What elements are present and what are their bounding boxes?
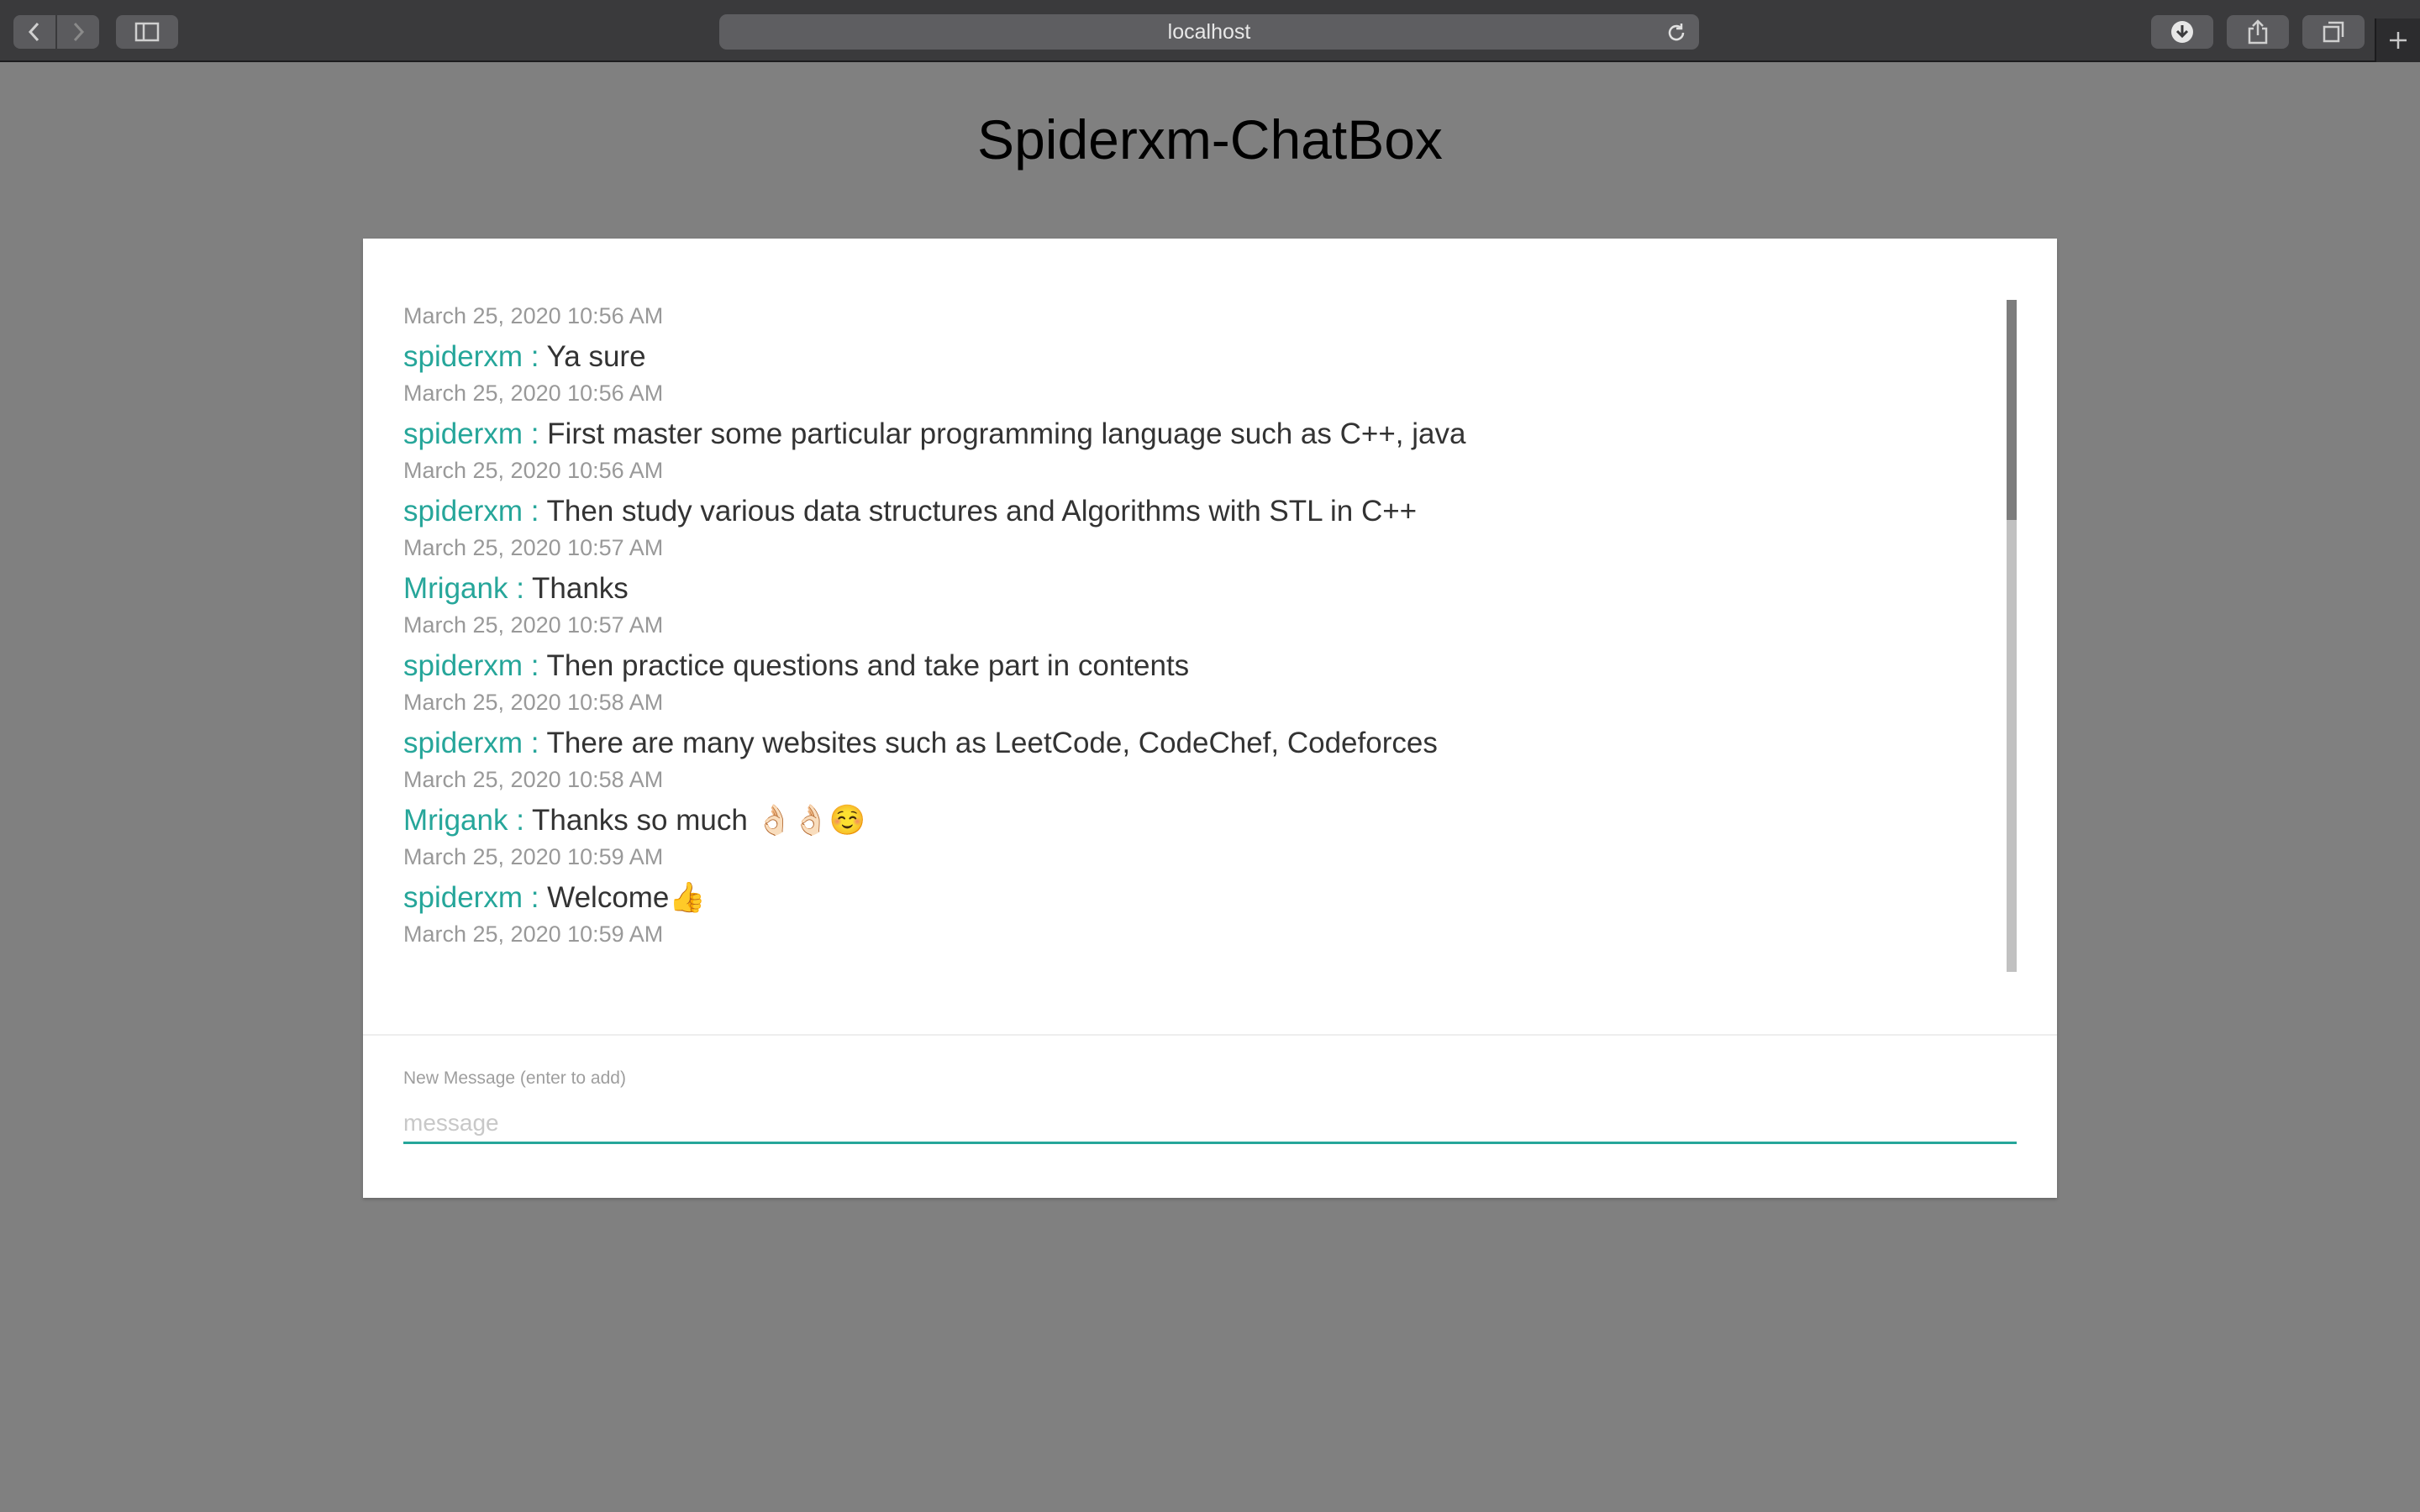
divider xyxy=(363,1034,2057,1036)
message-line: Mrigank : Thanks xyxy=(403,570,2025,608)
messages-scroll-area[interactable]: Mrigank : I want some guidance for compe… xyxy=(403,300,2025,972)
tabs-overview-button[interactable] xyxy=(2302,15,2365,49)
message-timestamp: March 25, 2020 10:56 AM xyxy=(403,381,664,406)
message-author: spiderxm : xyxy=(403,727,539,759)
message-line: spiderxm : Welcome👍 xyxy=(403,879,2025,917)
message-timestamp: March 25, 2020 10:56 AM xyxy=(403,458,664,483)
share-button[interactable] xyxy=(2227,15,2289,49)
message-text: Thanks xyxy=(532,572,629,605)
message-timestamp: March 25, 2020 10:57 AM xyxy=(403,535,664,560)
scrollbar-thumb[interactable] xyxy=(2007,300,2017,520)
message-item: spiderxm : Then practice questions and t… xyxy=(403,647,2025,724)
message-text: Thanks so much 👌🏻👌🏻☺️ xyxy=(532,804,866,837)
share-icon xyxy=(2248,19,2268,45)
forward-button[interactable] xyxy=(57,15,99,49)
message-timestamp: March 25, 2020 10:59 AM xyxy=(403,844,664,869)
message-text: Then study various data structures and A… xyxy=(546,495,1418,528)
message-timestamp: March 25, 2020 10:58 AM xyxy=(403,690,664,715)
message-item: spiderxm : First master some particular … xyxy=(403,415,2025,492)
message-item: spiderxm : There are many websites such … xyxy=(403,724,2025,801)
message-item: spiderxm : Welcome👍 March 25, 2020 10:59 … xyxy=(403,879,2025,956)
message-timestamp: March 25, 2020 10:59 AM xyxy=(403,921,664,947)
new-tab-button[interactable] xyxy=(2375,18,2420,62)
plus-icon xyxy=(2390,32,2407,49)
message-author: Mrigank : xyxy=(403,804,524,837)
message-line: Mrigank : Thanks so much 👌🏻👌🏻☺️ xyxy=(403,801,2025,840)
sidebar-button[interactable] xyxy=(116,15,178,49)
message-line: spiderxm : There are many websites such … xyxy=(403,724,2025,763)
message-line: spiderxm : First master some particular … xyxy=(403,415,2025,454)
url-text: localhost xyxy=(1167,19,1251,44)
downloads-button[interactable] xyxy=(2151,15,2213,49)
message-line: spiderxm : Ya sure xyxy=(403,338,2025,376)
tabs-overview-icon xyxy=(2323,21,2344,43)
message-text: First master some particular programming… xyxy=(547,417,1466,450)
message-text: There are many websites such as LeetCode… xyxy=(546,727,1438,759)
message-timestamp: March 25, 2020 10:58 AM xyxy=(403,767,664,792)
messages-list: Mrigank : I want some guidance for compe… xyxy=(403,300,2025,956)
message-item: spiderxm : Then study various data struc… xyxy=(403,492,2025,570)
chevron-left-icon xyxy=(28,22,39,42)
download-icon xyxy=(2171,21,2193,43)
message-author: spiderxm : xyxy=(403,417,539,450)
page-title: Spiderxm-ChatBox xyxy=(977,108,1443,171)
message-item: Mrigank : Thanks so much 👌🏻👌🏻☺️ March 25,… xyxy=(403,801,2025,879)
message-line: spiderxm : Then study various data struc… xyxy=(403,492,2025,531)
message-text: Ya sure xyxy=(546,340,646,373)
message-author: spiderxm : xyxy=(403,649,539,682)
back-button[interactable] xyxy=(13,15,55,49)
browser-toolbar: localhost xyxy=(0,0,2420,62)
reload-icon[interactable] xyxy=(1665,22,1687,48)
message-item: Mrigank : I want some guidance for compe… xyxy=(403,300,2025,338)
message-author: spiderxm : xyxy=(403,340,539,373)
chevron-right-icon xyxy=(73,22,85,42)
message-text: Then practice questions and take part in… xyxy=(546,649,1190,682)
message-text: Welcome👍 xyxy=(547,881,706,914)
sidebar-icon xyxy=(134,22,160,42)
message-author: spiderxm : xyxy=(403,495,539,528)
message-timestamp: March 25, 2020 10:57 AM xyxy=(403,612,664,638)
address-bar[interactable]: localhost xyxy=(719,14,1699,50)
messages-scrollbar[interactable] xyxy=(2007,300,2017,972)
message-item: Mrigank : Thanks March 25, 2020 10:57 AM xyxy=(403,570,2025,647)
message-author: Mrigank : xyxy=(403,572,524,605)
new-message-input[interactable] xyxy=(403,1104,2017,1144)
message-author: spiderxm : xyxy=(403,881,539,914)
message-timestamp: March 25, 2020 10:56 AM xyxy=(403,303,664,328)
chat-card: Mrigank : I want some guidance for compe… xyxy=(363,239,2057,1198)
message-item: spiderxm : Ya sure March 25, 2020 10:56 A… xyxy=(403,338,2025,415)
new-message-label: New Message (enter to add) xyxy=(403,1068,626,1088)
message-line: spiderxm : Then practice questions and t… xyxy=(403,647,2025,685)
